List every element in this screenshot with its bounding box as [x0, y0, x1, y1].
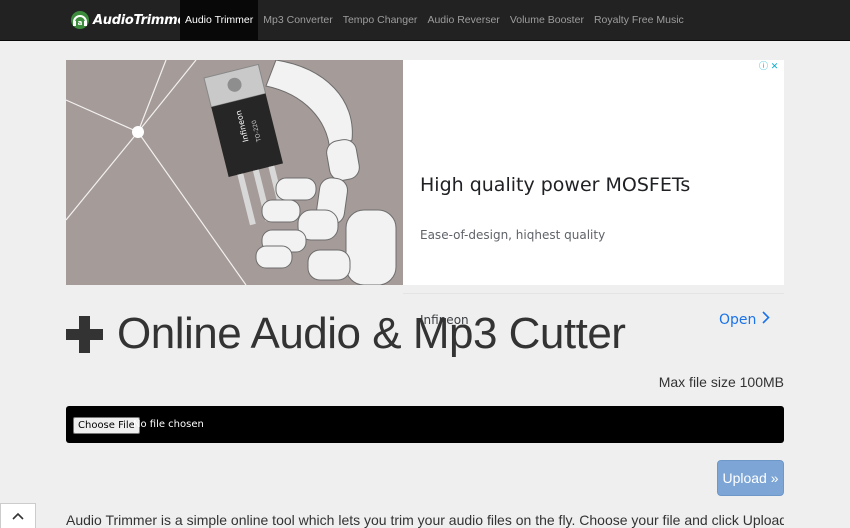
- file-status: No file chosen: [133, 419, 204, 430]
- main-nav: Audio Trimmer Mp3 Converter Tempo Change…: [180, 0, 689, 40]
- nav-mp3-converter[interactable]: Mp3 Converter: [258, 0, 337, 40]
- ad-open-label: Open: [719, 311, 757, 328]
- chevron-right-icon: [762, 311, 771, 328]
- ad-headline[interactable]: High quality power MOSFETs: [420, 174, 690, 196]
- svg-text:a: a: [78, 19, 83, 27]
- ad-close-icon[interactable]: ✕: [770, 62, 779, 71]
- ad-divider: [403, 293, 784, 294]
- max-file-size: Max file size 100MB: [658, 374, 784, 390]
- navbar: a AudioTrimmer Audio Trimmer Mp3 Convert…: [0, 0, 850, 41]
- ad-open-button[interactable]: Open: [719, 311, 771, 328]
- choose-file-button[interactable]: Choose File: [73, 417, 140, 434]
- headphones-logo-icon: a: [70, 10, 90, 30]
- nav-audio-reverser[interactable]: Audio Reverser: [422, 0, 504, 40]
- intro-text: Audio Trimmer is a simple online tool wh…: [66, 512, 784, 528]
- brand-logo[interactable]: a AudioTrimmer: [70, 7, 192, 33]
- ad-image[interactable]: Infineon TO-220: [66, 60, 403, 285]
- ad-info-icon[interactable]: ⓘ: [759, 62, 768, 71]
- file-input-bar[interactable]: Choose File No file chosen: [66, 406, 784, 443]
- page-title: Online Audio & Mp3 Cutter: [117, 309, 626, 358]
- nav-audio-trimmer[interactable]: Audio Trimmer: [180, 0, 259, 40]
- upload-button[interactable]: Upload »: [717, 460, 784, 496]
- ad-choices[interactable]: ⓘ ✕: [759, 62, 779, 71]
- brand-name: AudioTrimmer: [93, 12, 193, 28]
- nav-volume-booster[interactable]: Volume Booster: [505, 0, 589, 40]
- nav-royalty-free-music[interactable]: Royalty Free Music: [589, 0, 689, 40]
- plus-icon: [66, 315, 103, 353]
- ad-banner[interactable]: Infineon TO-220 ⓘ ✕ High quality power M…: [66, 60, 784, 328]
- ad-robot-hand-illustration: Infineon TO-220: [66, 60, 403, 285]
- scroll-to-top-button[interactable]: [0, 503, 36, 528]
- chevron-up-icon: [12, 507, 24, 525]
- ad-description: Ease-of-design, hiqhest quality: [420, 228, 606, 242]
- nav-tempo-changer[interactable]: Tempo Changer: [338, 0, 423, 40]
- page-heading: Online Audio & Mp3 Cutter: [66, 306, 626, 362]
